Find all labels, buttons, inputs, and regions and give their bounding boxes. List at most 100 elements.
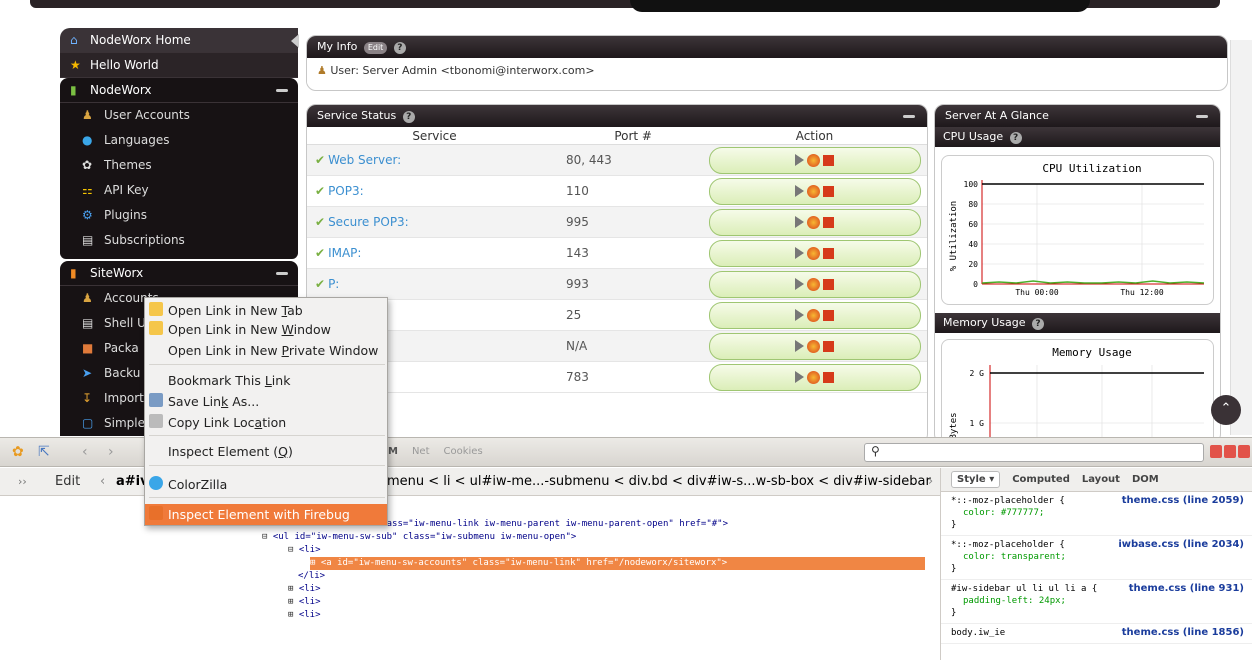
- sidebar-group-siteworx[interactable]: ▮ SiteWorx: [60, 261, 298, 286]
- restart-icon[interactable]: [807, 308, 820, 322]
- tree-toggle-icon[interactable]: ⊞: [310, 558, 321, 568]
- restart-icon[interactable]: [807, 339, 820, 353]
- css-source-link[interactable]: iwbase.css (line 2034): [1118, 539, 1244, 551]
- side-tab[interactable]: Layout: [1082, 474, 1120, 485]
- css-source-link[interactable]: theme.css (line 931): [1129, 583, 1244, 595]
- service-name-cell[interactable]: ✔ POP3:: [307, 184, 562, 198]
- start-icon[interactable]: [795, 247, 804, 259]
- context-menu-item[interactable]: Inspect Element with Firebug: [145, 504, 387, 525]
- service-name-cell[interactable]: ✔ P:: [307, 277, 562, 291]
- help-icon[interactable]: ?: [1032, 318, 1045, 330]
- close-window-icon[interactable]: [1238, 445, 1250, 458]
- sidebar-item-nodeworx-home[interactable]: ⌂ NodeWorx Home: [60, 28, 299, 53]
- stop-icon[interactable]: [823, 371, 834, 383]
- context-menu-item[interactable]: Bookmark This Link: [145, 370, 387, 391]
- breadcrumb-path[interactable]: menu < li < ul#iw-me...-submenu < div.bd…: [387, 468, 931, 496]
- css-property[interactable]: color: transparent;: [951, 551, 1246, 563]
- restart-icon[interactable]: [807, 184, 820, 198]
- service-name-cell[interactable]: ✔ Secure POP3:: [307, 215, 562, 229]
- stop-icon[interactable]: [823, 278, 834, 290]
- restart-icon[interactable]: [807, 215, 820, 229]
- sidebar-item-hello-world[interactable]: ★ Hello World: [60, 53, 298, 78]
- start-icon[interactable]: [795, 185, 804, 197]
- sidebar-item-themes[interactable]: ✿ Themes: [60, 153, 298, 178]
- context-menu-item[interactable]: Inspect Element (Q): [145, 441, 387, 462]
- restart-icon[interactable]: [807, 153, 820, 167]
- context-menu-item[interactable]: ColorZilla: [145, 474, 387, 495]
- minimize-icon[interactable]: [903, 115, 915, 118]
- minimize-icon[interactable]: [1196, 115, 1208, 118]
- top-search-pill[interactable]: [630, 0, 1090, 12]
- tree-toggle-icon[interactable]: ⊞: [288, 584, 299, 594]
- help-icon[interactable]: ?: [393, 42, 406, 54]
- html-node[interactable]: ⊞ <li>: [288, 583, 321, 596]
- scroll-up-button[interactable]: ⌃: [1211, 395, 1241, 425]
- css-source-link[interactable]: theme.css (line 1856): [1122, 627, 1244, 639]
- html-node-selected[interactable]: ⊞ <a id="iw-menu-sw-accounts" class="iw-…: [310, 557, 925, 570]
- edit-button[interactable]: Edit: [363, 42, 388, 54]
- sidebar-item-plugins[interactable]: ⚙ Plugins: [60, 203, 298, 228]
- crumb-scroll-right-icon[interactable]: ›: [928, 468, 933, 496]
- tree-toggle-icon[interactable]: ⊞: [288, 610, 299, 620]
- start-icon[interactable]: [795, 216, 804, 228]
- start-icon[interactable]: [795, 154, 804, 166]
- side-tab[interactable]: Style ▾: [951, 471, 1001, 488]
- service-name-link[interactable]: IMAP:: [328, 246, 361, 260]
- stop-icon[interactable]: [823, 309, 834, 321]
- context-menu-item[interactable]: Save Link As...: [145, 391, 387, 412]
- html-node[interactable]: ⊞ <li>: [288, 609, 321, 622]
- start-icon[interactable]: [795, 309, 804, 321]
- minimize-window-icon[interactable]: [1210, 445, 1222, 458]
- start-icon[interactable]: [795, 371, 804, 383]
- service-name-link[interactable]: POP3:: [328, 184, 364, 198]
- start-icon[interactable]: [795, 278, 804, 290]
- css-source-link[interactable]: theme.css (line 2059): [1122, 495, 1244, 507]
- stop-icon[interactable]: [823, 185, 834, 197]
- firebug-icon[interactable]: ✿: [12, 444, 24, 460]
- help-icon[interactable]: ?: [402, 111, 415, 123]
- panel-tab[interactable]: M: [388, 446, 398, 457]
- edit-button[interactable]: Edit: [55, 468, 80, 496]
- forward-icon[interactable]: ›: [108, 444, 114, 460]
- stop-icon[interactable]: [823, 340, 834, 352]
- page-scrollbar[interactable]: [1230, 40, 1252, 435]
- side-tab[interactable]: Computed: [1012, 474, 1070, 485]
- sidebar-item-subscriptions[interactable]: ▤ Subscriptions: [60, 228, 298, 253]
- css-property[interactable]: padding-left: 24px;: [951, 595, 1246, 607]
- html-node[interactable]: ⊟ <ul id="iw-menu-sw-sub" class="iw-subm…: [262, 531, 576, 544]
- back-icon[interactable]: ‹: [82, 444, 88, 460]
- html-node[interactable]: ⊟ <li>: [288, 544, 321, 557]
- sidebar-item-languages[interactable]: ● Languages: [60, 128, 298, 153]
- context-menu-item[interactable]: Open Link in New Window: [145, 319, 387, 340]
- minimize-icon[interactable]: [276, 272, 288, 275]
- tree-toggle-icon[interactable]: ⊟: [288, 545, 299, 555]
- service-name-link[interactable]: Web Server:: [328, 153, 401, 167]
- stop-icon[interactable]: [823, 247, 834, 259]
- inspect-icon[interactable]: ⇱: [38, 444, 50, 460]
- crumb-scroll-left-icon[interactable]: ‹: [100, 468, 105, 496]
- start-icon[interactable]: [795, 340, 804, 352]
- restart-icon[interactable]: [807, 277, 820, 291]
- context-menu-item[interactable]: Open Link in New Tab: [145, 300, 387, 321]
- context-menu-item[interactable]: Copy Link Location: [145, 412, 387, 433]
- html-node[interactable]: ⊞ <li>: [288, 596, 321, 609]
- css-property[interactable]: color: #777777;: [951, 507, 1246, 519]
- help-icon[interactable]: ?: [1009, 132, 1022, 144]
- side-tab[interactable]: DOM: [1132, 474, 1159, 485]
- html-node[interactable]: </li>: [298, 570, 325, 583]
- sidebar-item-api-key[interactable]: ⚏ API Key: [60, 178, 298, 203]
- detach-window-icon[interactable]: [1224, 445, 1236, 458]
- context-menu-item[interactable]: Open Link in New Private Window: [145, 340, 387, 361]
- sidebar-item-user-accounts[interactable]: ♟ User Accounts: [60, 103, 298, 128]
- expand-icon[interactable]: ››: [18, 468, 27, 496]
- panel-tab[interactable]: Cookies: [444, 446, 483, 457]
- stop-icon[interactable]: [823, 154, 834, 166]
- collapse-arrow-icon[interactable]: [291, 34, 299, 48]
- service-name-link[interactable]: P:: [328, 277, 339, 291]
- sidebar-group-nodeworx[interactable]: ▮ NodeWorx: [60, 78, 298, 103]
- stop-icon[interactable]: [823, 216, 834, 228]
- service-name-cell[interactable]: ✔ Web Server:: [307, 153, 562, 167]
- service-name-link[interactable]: Secure POP3:: [328, 215, 409, 229]
- devtools-search-input[interactable]: ⚲: [864, 443, 1204, 462]
- minimize-icon[interactable]: [276, 89, 288, 92]
